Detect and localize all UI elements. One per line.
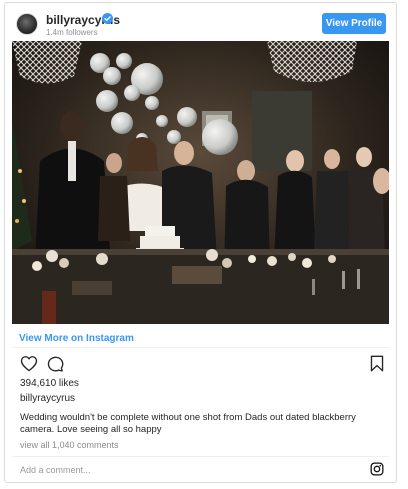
view-profile-button[interactable]: View Profile (322, 13, 386, 34)
post-caption: Wedding wouldn't be complete without one… (20, 412, 356, 435)
view-all-comments-link[interactable]: view all 1,040 comments (20, 440, 119, 450)
verified-badge-icon (102, 13, 113, 24)
avatar[interactable] (16, 13, 38, 35)
add-comment-input[interactable] (20, 463, 320, 477)
comment-icon[interactable] (46, 355, 64, 372)
view-more-link[interactable]: View More on Instagram (19, 333, 134, 344)
instagram-icon[interactable] (370, 462, 384, 476)
follower-count: 1.4m followers (46, 28, 98, 37)
divider (12, 456, 389, 457)
instagram-embed-card: billyraycyrus 1.4m followers View Profil… (4, 2, 397, 483)
caption-username[interactable]: billyraycyrus (20, 393, 75, 404)
post-header: billyraycyrus 1.4m followers View Profil… (5, 3, 396, 43)
like-count: 394,610 likes (20, 378, 79, 389)
save-icon[interactable] (370, 355, 384, 372)
divider (12, 347, 389, 348)
post-image[interactable] (12, 41, 389, 324)
heart-icon[interactable] (20, 355, 38, 372)
